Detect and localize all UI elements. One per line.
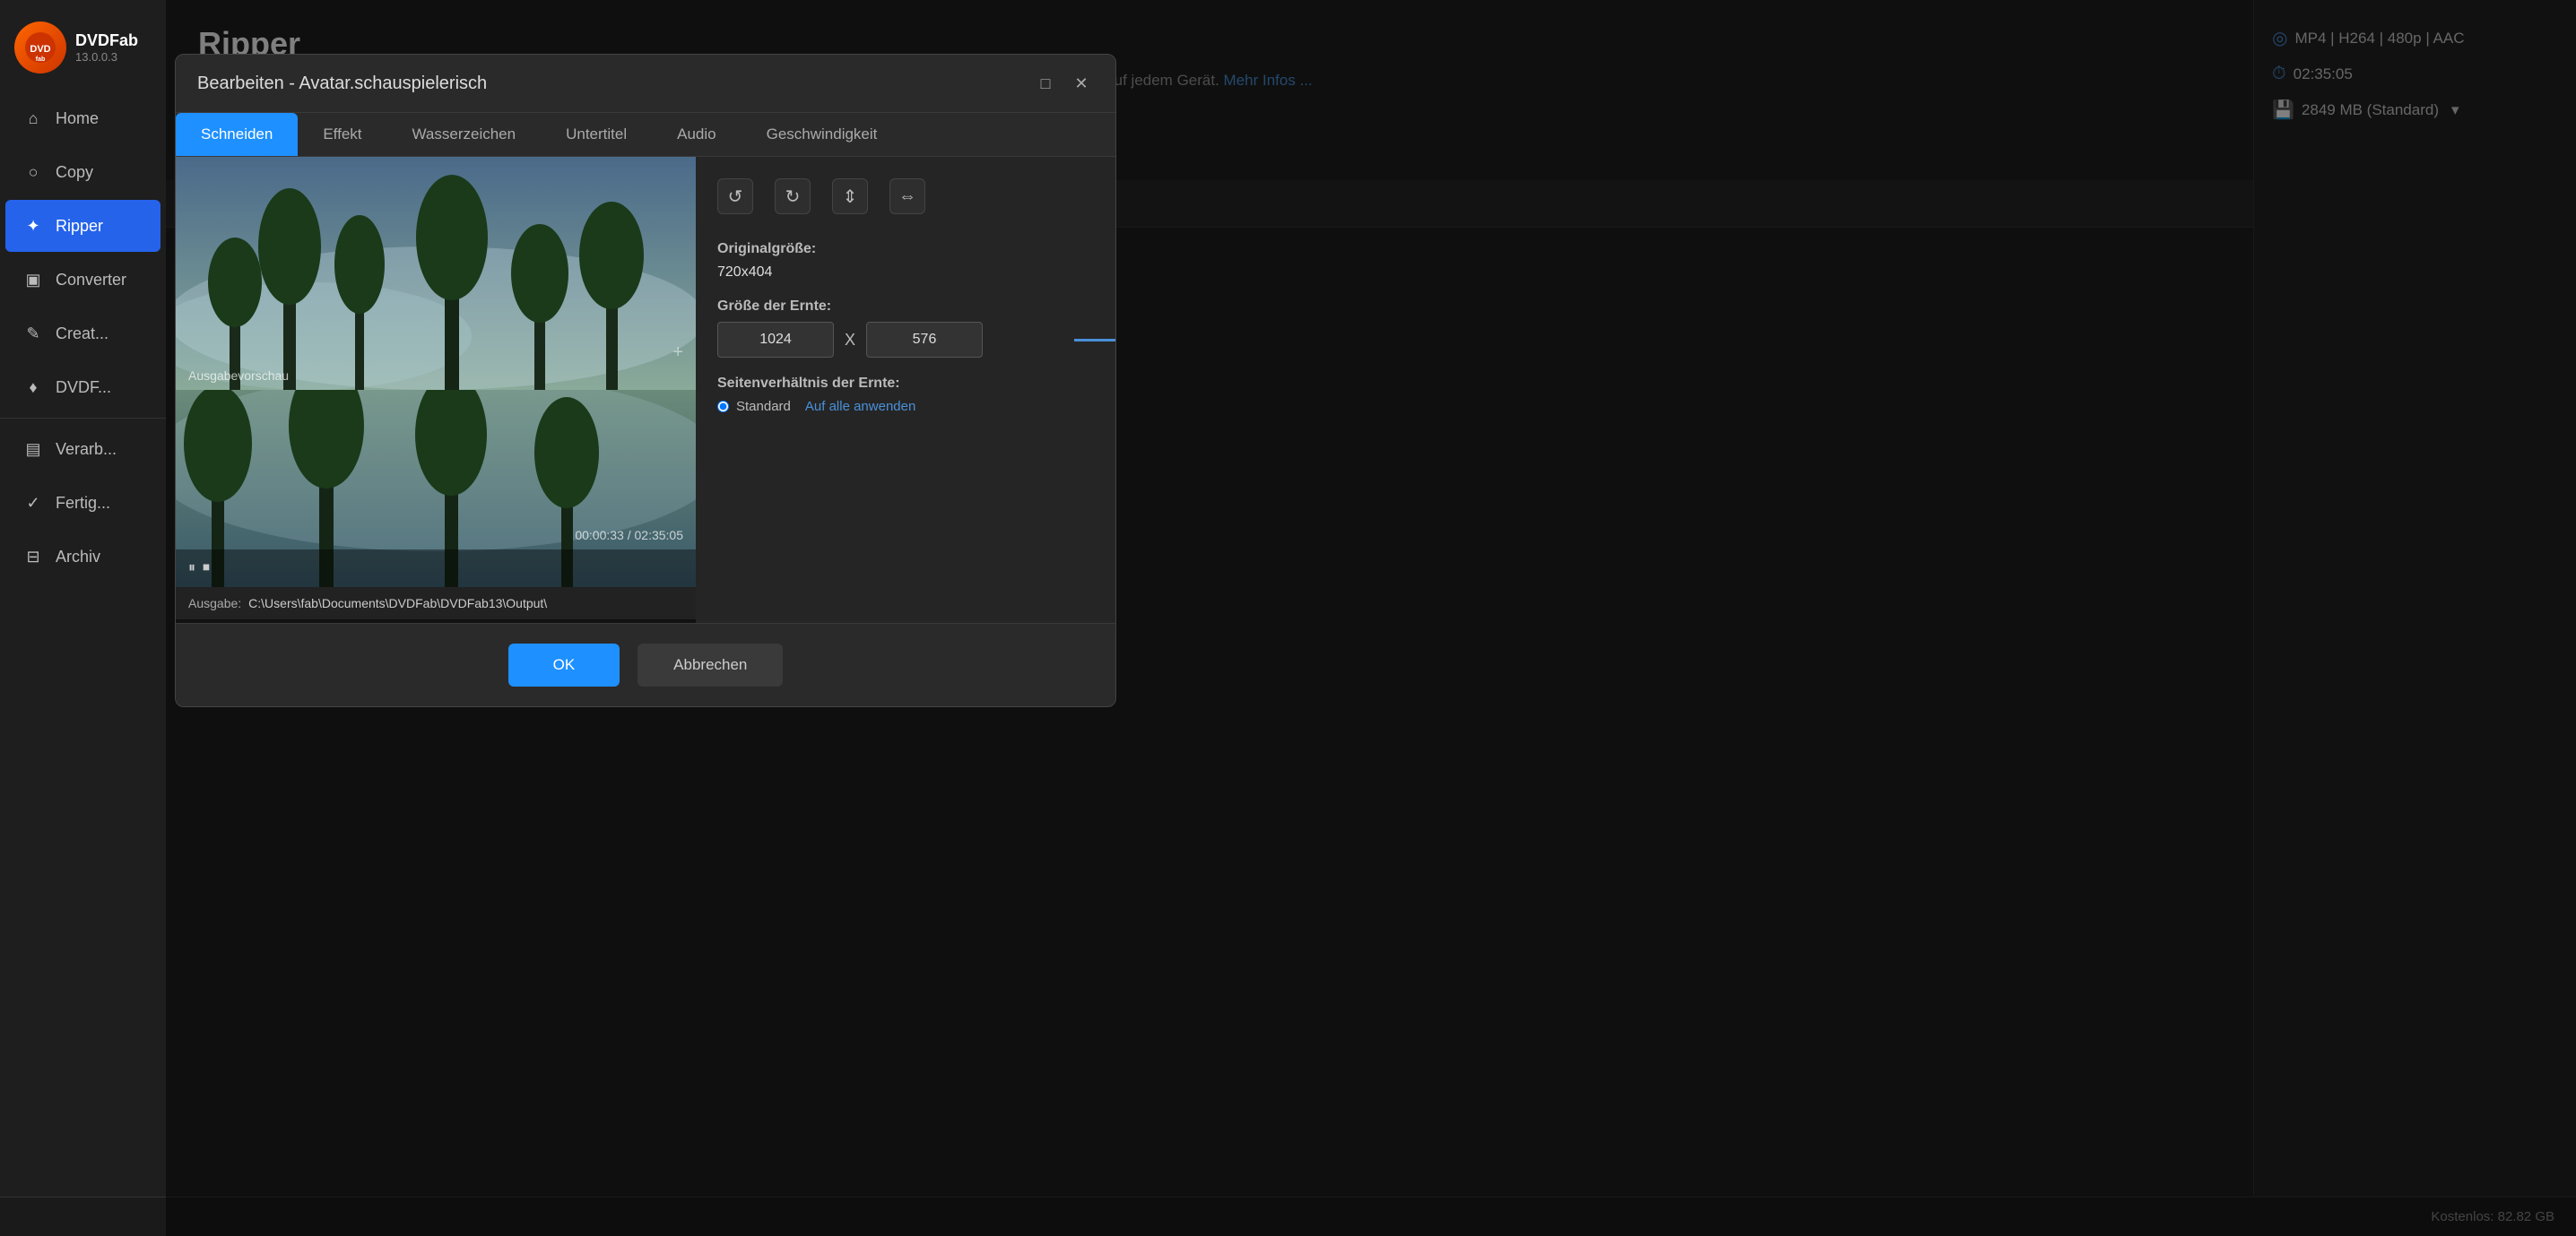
logo-icon: DVD fab [14,22,66,73]
cancel-button[interactable]: Abbrechen [637,644,783,687]
tab-audio[interactable]: Audio [652,113,741,156]
tab-schneiden[interactable]: Schneiden [176,113,298,156]
sidebar-item-label: Archiv [56,548,100,566]
home-icon: ⌂ [23,108,43,128]
sidebar-item-label: Home [56,109,99,128]
sidebar-item-converter[interactable]: ▣ Converter [5,254,160,306]
standard-radio-label[interactable]: Standard [717,399,791,414]
sidebar-item-dvdfab[interactable]: ♦ DVDF... [5,361,160,413]
crop-size-inputs: X ✎ ✕ [717,322,1094,358]
creator-icon: ✎ [23,324,43,343]
rotate-right-button[interactable]: ↻ [775,178,811,214]
tab-untertitel[interactable]: Untertitel [541,113,652,156]
ok-button[interactable]: OK [508,644,620,687]
sidebar-item-label: Ripper [56,217,103,236]
sidebar-item-fertigstellen[interactable]: ✓ Fertig... [5,477,160,529]
sidebar-item-label: Converter [56,271,126,290]
sidebar-item-label: Copy [56,163,93,182]
flip-h-button[interactable]: ⇔ [889,178,925,214]
app-version: 13.0.0.3 [75,50,138,64]
sidebar-item-archiv[interactable]: ⊟ Archiv [5,531,160,583]
fertigstellen-icon: ✓ [23,493,43,513]
app-name: DVDFab [75,31,138,51]
original-size-label: Originalgröße: [717,241,1094,257]
minimize-button[interactable]: □ [1033,71,1058,96]
stop-button[interactable]: ⏹ [203,560,210,576]
sidebar-item-label: Fertig... [56,494,110,513]
crop-panel: ↺ ↻ ⇕ ⇔ Originalgröße: 720x404 Größe der… [696,157,1115,623]
modal-tabs: Schneiden Effekt Wasserzeichen Untertite… [176,113,1115,157]
crop-width-input[interactable] [717,322,834,358]
converter-icon: ▣ [23,270,43,290]
main-content: Ripper Konvertieren Sie DVD/Blu-ray/4K U… [166,0,2576,1236]
aspect-ratio-field: Seitenverhältnis der Ernte: Standard Auf… [717,376,1094,414]
modal-overlay: Bearbeiten - Avatar.schauspielerisch □ ✕… [166,0,2576,1236]
app-name-version: DVDFab 13.0.0.3 [75,31,138,65]
modal-body: Ausgabevorschau + [176,157,1115,623]
sidebar-item-ripper[interactable]: ✦ Ripper [5,200,160,252]
original-size-value: 720x404 [717,264,1094,281]
app-logo: DVD fab DVDFab 13.0.0.3 [0,9,166,91]
tab-effekt[interactable]: Effekt [298,113,386,156]
video-time: 00:00:33 / 02:35:05 [575,528,683,542]
sidebar-item-creator[interactable]: ✎ Creat... [5,307,160,359]
sidebar: DVD fab DVDFab 13.0.0.3 ⌂ Home ○ Copy ✦ … [0,0,166,1236]
crop-size-label: Größe der Ernte: [717,298,1094,315]
verarbeiten-icon: ▤ [23,439,43,459]
sidebar-item-label: Verarb... [56,440,117,459]
sidebar-item-label: Creat... [56,324,108,343]
video-upper: Ausgabevorschau + [176,157,696,390]
crop-x-separator: X [845,331,855,350]
dvdfab-icon: ♦ [23,377,43,397]
modal-footer: OK Abbrechen [176,623,1115,706]
tab-wasserzeichen[interactable]: Wasserzeichen [387,113,542,156]
sidebar-item-copy[interactable]: ○ Copy [5,146,160,198]
svg-text:fab: fab [36,56,46,63]
output-bar: Ausgabe: C:\Users\fab\Documents\DVDFab\D… [176,587,696,619]
copy-icon: ○ [23,162,43,182]
output-path: C:\Users\fab\Documents\DVDFab\DVDFab13\O… [248,596,547,610]
svg-text:DVD: DVD [30,44,50,55]
flip-v-button[interactable]: ⇕ [832,178,868,214]
close-modal-button[interactable]: ✕ [1069,71,1094,96]
crop-height-input[interactable] [866,322,983,358]
ripper-icon: ✦ [23,216,43,236]
output-label: Ausgabe: [188,596,241,610]
video-lower: ⏸ ⏹ 00:00:33 / 02:35:05 [176,390,696,587]
modal-title: Bearbeiten - Avatar.schauspielerisch [197,73,487,94]
apply-all-button[interactable]: Auf alle anwenden [805,399,915,414]
sidebar-item-verarbeiten[interactable]: ▤ Verarb... [5,423,160,475]
original-size-row: Originalgröße: 720x404 [717,241,1094,281]
aspect-ratio-label: Seitenverhältnis der Ernte: [717,376,1094,392]
sidebar-item-home[interactable]: ⌂ Home [5,92,160,144]
rotate-left-button[interactable]: ↺ [717,178,753,214]
video-preview-label: Ausgabevorschau [188,368,289,383]
sidebar-item-label: DVDF... [56,378,111,397]
modal-window-controls: □ ✕ [1033,71,1094,96]
modal-header: Bearbeiten - Avatar.schauspielerisch □ ✕ [176,55,1115,113]
edit-modal: Bearbeiten - Avatar.schauspielerisch □ ✕… [175,54,1116,707]
archiv-icon: ⊟ [23,547,43,566]
crop-icon-row: ↺ ↻ ⇕ ⇔ [717,178,1094,214]
aspect-ratio-row: Standard Auf alle anwenden [717,399,1094,414]
tab-geschwindigkeit[interactable]: Geschwindigkeit [742,113,903,156]
crop-size-field: Größe der Ernte: X ✎ ✕ [717,298,1094,358]
pause-button[interactable]: ⏸ [188,560,195,576]
video-plus-icon: + [672,342,683,363]
video-preview: Ausgabevorschau + [176,157,696,623]
standard-radio[interactable] [717,401,729,412]
video-controls: ⏸ ⏹ [176,549,696,587]
